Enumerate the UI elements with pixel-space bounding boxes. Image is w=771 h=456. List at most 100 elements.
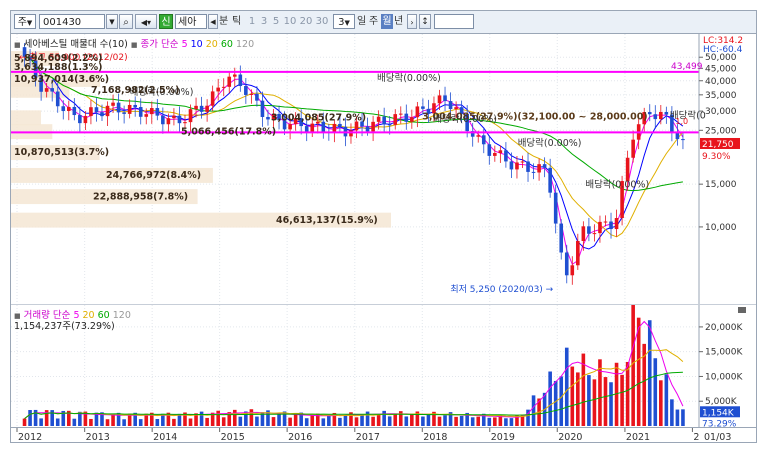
interval-option-label: 30 <box>315 16 329 27</box>
interval-option[interactable]: 1 <box>247 14 257 29</box>
volume-bar <box>371 416 375 426</box>
interval-option[interactable]: 10 <box>283 14 297 29</box>
candle-body <box>365 126 370 132</box>
volume-bar <box>504 418 508 426</box>
updown-arrow-icon: ↕ <box>421 17 429 27</box>
updown-button[interactable]: ↕ <box>419 14 431 29</box>
candle-body <box>44 88 49 92</box>
candle-body <box>609 221 613 230</box>
current-volume-label: 1,154,237주(73.29%) <box>14 321 115 332</box>
credit-badge[interactable]: 신 <box>159 14 173 29</box>
candle-body <box>232 74 237 77</box>
minute-tab-label: 분 <box>219 16 229 27</box>
volume-bar <box>664 374 669 426</box>
interval-option[interactable]: 20 <box>299 14 313 29</box>
volume-bar <box>404 416 409 426</box>
candle-body <box>548 167 552 193</box>
volume-bar <box>653 358 658 426</box>
volume-bar <box>454 416 458 426</box>
tab-day-label: 일 <box>357 16 367 27</box>
minute-tab[interactable]: 분 <box>219 14 231 29</box>
candle-body <box>216 87 220 92</box>
candle-body <box>105 105 110 117</box>
candle-body <box>255 93 259 101</box>
volume-bar <box>122 419 126 426</box>
candle-body <box>78 115 82 124</box>
candle-body <box>177 115 182 124</box>
tab-week[interactable]: 주 <box>369 14 381 29</box>
interval-select[interactable]: 3▼ <box>333 14 355 29</box>
prev-stock-button[interactable]: ◀ <box>208 14 218 29</box>
legend-square-icon: ■ <box>130 41 138 49</box>
speaker-button[interactable]: ◀▾ <box>135 14 157 29</box>
legend-square-icon: ■ <box>14 41 21 49</box>
tick-tab[interactable]: 틱 <box>232 14 244 29</box>
legend-ma-60: 60 <box>220 39 233 50</box>
tab-year[interactable]: 년 <box>394 14 406 29</box>
credit-label: 신 <box>161 17 171 28</box>
volume-profile-label: 22,888,958(7.8%) <box>93 191 188 202</box>
dividend-annotation: 배당락(0.00%) <box>377 72 441 84</box>
candle-body <box>61 106 66 111</box>
candle-body <box>149 108 154 115</box>
tab-day[interactable]: 일 <box>357 14 369 29</box>
stock-code-input[interactable]: 001430 <box>39 14 105 29</box>
candle-body <box>647 112 652 115</box>
volume-profile-label: 3,634,188(1.3%) <box>14 62 103 73</box>
x-axis-svg: 2012 2013 2014 2015 2016 2017 2018 2019 2020 2021… <box>16 428 731 443</box>
legend-ma-5: 5 <box>181 39 188 50</box>
toolbar: 주▼ 001430 ▼ ⌕ ◀▾ 신 세아 ◀ 분 틱 1 3 5 10 20 … <box>11 11 756 34</box>
y-tick-label: 30,000 <box>705 107 737 117</box>
volume-bar <box>670 399 674 426</box>
next-button[interactable]: › <box>407 14 417 29</box>
volume-bar <box>72 418 77 426</box>
volume-bar <box>293 414 298 426</box>
volume-bar <box>255 416 259 426</box>
stock-name-field[interactable]: 세아 <box>175 14 207 29</box>
interval-option[interactable]: 30 <box>315 14 329 29</box>
interval-option[interactable]: 3 <box>259 14 269 29</box>
stock-code-dropdown[interactable]: ▼ <box>106 14 118 29</box>
volume-bar <box>625 361 630 426</box>
candle-body <box>614 218 619 230</box>
blank-input[interactable] <box>434 14 474 29</box>
candle-body <box>144 114 149 117</box>
tab-week-label: 주 <box>369 16 379 27</box>
candle-body <box>138 107 143 117</box>
volume-bar <box>327 415 331 426</box>
candle-body <box>72 106 77 116</box>
y-tick-label: 15,000K <box>705 348 743 358</box>
tab-month[interactable]: 월 <box>381 14 393 29</box>
candle-body <box>570 265 575 276</box>
candle-body <box>481 135 486 145</box>
candle-body <box>127 104 132 114</box>
volume-profile-label: 5,066,456(17.8%) <box>181 126 276 137</box>
speaker-icon: ◀▾ <box>140 18 152 27</box>
market-select[interactable]: 주▼ <box>14 14 36 29</box>
volume-bar <box>232 409 237 426</box>
volume-bar <box>221 417 226 426</box>
volume-bar <box>188 418 193 426</box>
volume-profile-label: 24,766,972(8.4%) <box>106 170 201 181</box>
candle-body <box>244 86 248 95</box>
x-tick-label: 2017 <box>356 432 380 443</box>
volume-bar <box>22 418 27 426</box>
candle-body <box>592 233 597 235</box>
y-tick-label: 20,000K <box>705 323 743 333</box>
candle-body <box>238 74 243 87</box>
hc-label: HC:-60.4 <box>703 45 743 55</box>
interval-option[interactable]: 5 <box>271 14 281 29</box>
candle-body <box>410 117 414 122</box>
x-axis: 2012 2013 2014 2015 2016 2017 2018 2019 2020 2021… <box>11 427 756 443</box>
volume-profile-bar <box>11 110 41 126</box>
current-change-label: 9.30% <box>702 152 731 162</box>
interval-option-label: 20 <box>299 16 313 27</box>
volume-bar <box>376 414 381 426</box>
volume-bar <box>559 376 564 426</box>
interval-option-label: 3 <box>260 16 268 27</box>
panel-menu-icon[interactable] <box>738 307 746 313</box>
volume-profile-label: 7,168,982(2.5%) <box>91 85 180 96</box>
volume-bar <box>338 417 342 426</box>
price-legend: ■ 세아베스틸 매물대 수(10) ■ 종가 단순 5 10 20 60 120 <box>14 36 254 50</box>
search-button[interactable]: ⌕ <box>119 14 133 29</box>
